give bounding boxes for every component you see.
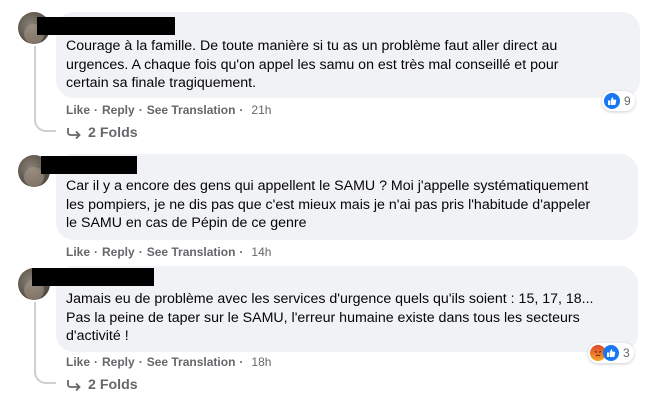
redacted-author-name [37, 17, 175, 35]
thread-line [34, 302, 36, 372]
timestamp[interactable]: 14h [251, 245, 271, 259]
reaction-count: 3 [623, 346, 630, 360]
separator-dot: · [239, 245, 244, 259]
reply-arrow-icon [67, 128, 81, 139]
comment-actions: Like · Reply · See Translation · 14h [66, 244, 271, 260]
separator-dot: · [94, 245, 99, 259]
reply-link[interactable]: Reply [102, 245, 135, 259]
reply-link[interactable]: Reply [102, 103, 135, 117]
separator-dot: · [138, 103, 143, 117]
separator-dot: · [94, 103, 99, 117]
see-translation-link[interactable]: See Translation [147, 103, 236, 117]
reply-link[interactable]: Reply [102, 355, 135, 369]
folds-toggle[interactable]: 2 Folds [66, 377, 138, 393]
folds-toggle[interactable]: 2 Folds [66, 125, 138, 141]
comment-text: Jamais eu de problème avec les services … [66, 291, 594, 344]
separator-dot: · [138, 245, 143, 259]
separator-dot: · [138, 355, 143, 369]
like-reaction-icon [603, 345, 619, 361]
redacted-author-name [41, 156, 137, 174]
folds-label: 2 Folds [88, 125, 138, 141]
reaction-count: 9 [624, 94, 631, 108]
timestamp[interactable]: 21h [251, 103, 271, 117]
see-translation-link[interactable]: See Translation [147, 355, 236, 369]
see-translation-link[interactable]: See Translation [147, 245, 236, 259]
separator-dot: · [239, 355, 244, 369]
like-link[interactable]: Like [66, 245, 90, 259]
redacted-author-name [32, 268, 154, 286]
reaction-summary[interactable]: 9 [602, 91, 635, 111]
like-link[interactable]: Like [66, 355, 90, 369]
timestamp[interactable]: 18h [251, 355, 271, 369]
like-reaction-icon [604, 93, 620, 109]
comment-actions: Like · Reply · See Translation · 18h [66, 354, 271, 370]
thread-connector [34, 370, 56, 384]
thread-connector [34, 118, 56, 132]
folds-label: 2 Folds [88, 377, 138, 393]
separator-dot: · [239, 103, 244, 117]
reaction-summary[interactable]: 3 [588, 343, 634, 363]
comment-text: Car il y a encore des gens qui appellent… [66, 178, 591, 231]
thread-line [34, 46, 36, 120]
comment-text: Courage à la famille. De toute manière s… [66, 38, 559, 91]
reply-arrow-icon [67, 380, 81, 391]
like-link[interactable]: Like [66, 103, 90, 117]
separator-dot: · [94, 355, 99, 369]
comment-actions: Like · Reply · See Translation · 21h [66, 102, 271, 118]
